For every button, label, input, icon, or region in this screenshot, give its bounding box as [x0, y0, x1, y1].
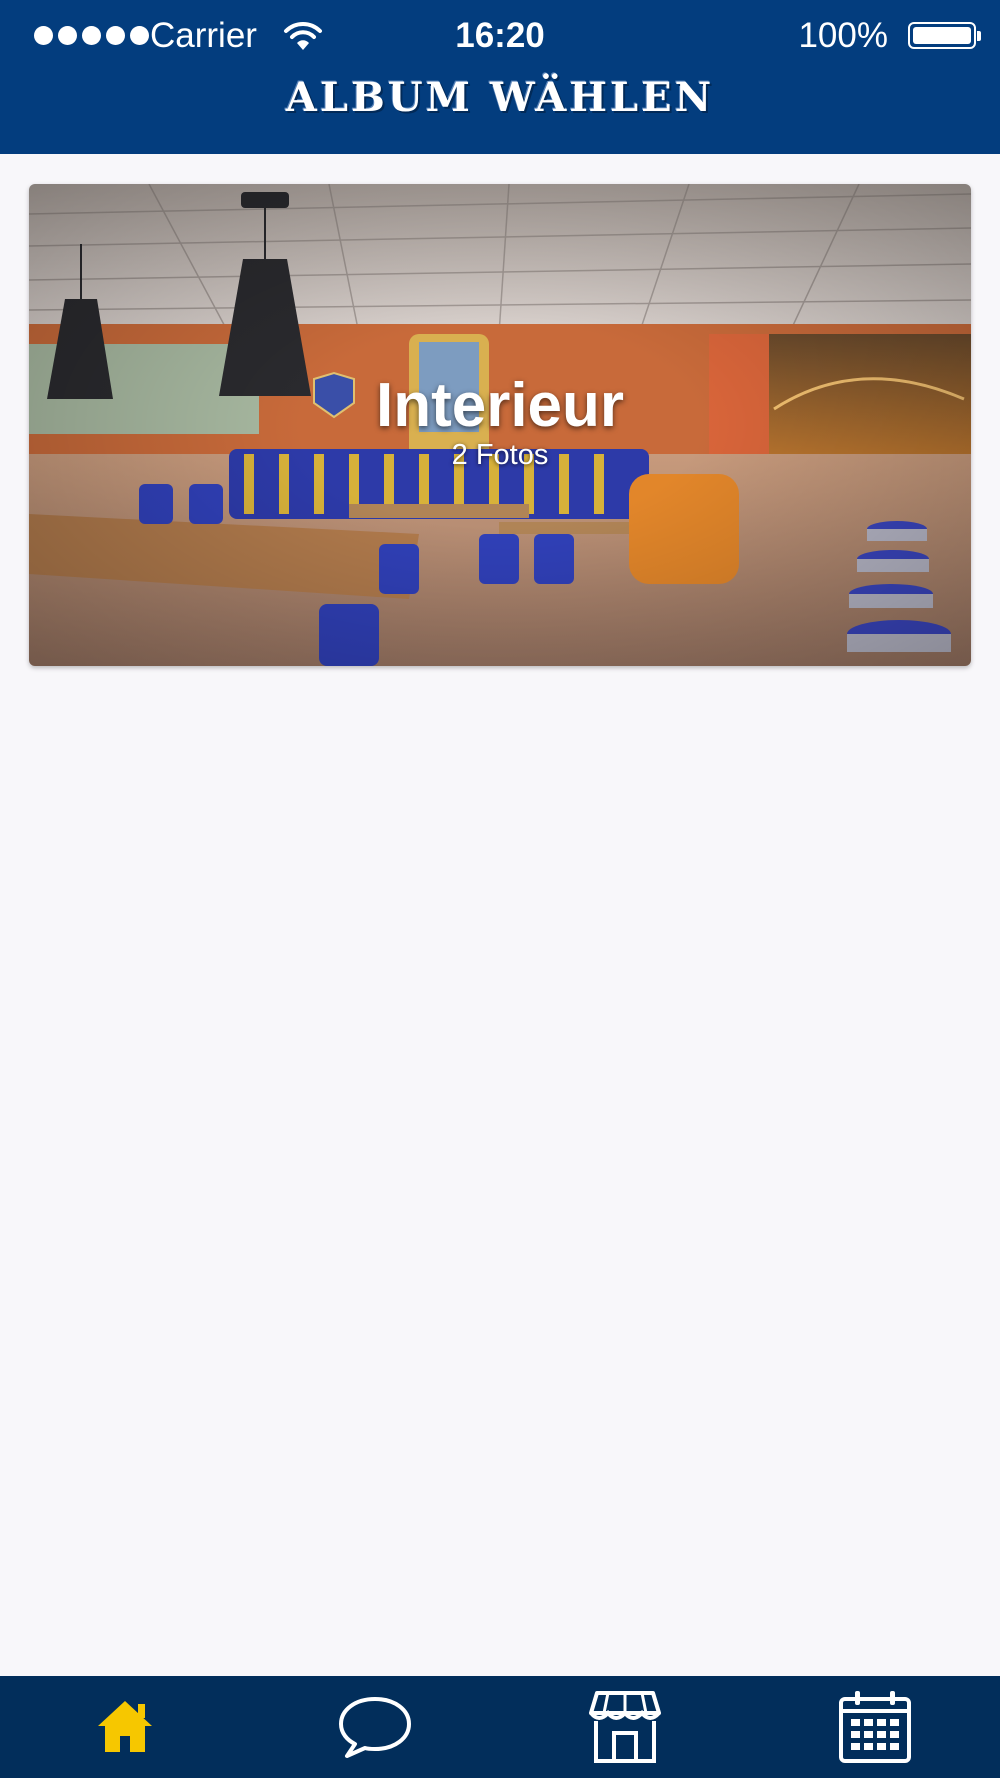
status-bar: Carrier 16:20 100% — [0, 0, 1000, 72]
chat-bubble-icon — [339, 1697, 411, 1758]
album-caption: Interieur 2 Fotos — [29, 370, 971, 472]
tab-home[interactable] — [0, 1676, 250, 1778]
header: Carrier 16:20 100% ALBUM WÄHLEN — [0, 0, 1000, 154]
album-photo-count: 2 Fotos — [451, 439, 549, 471]
page-title: ALBUM WÄHLEN — [285, 74, 715, 121]
battery-icon — [908, 22, 981, 49]
battery-percent: 100% — [798, 16, 888, 55]
tab-chat[interactable] — [250, 1676, 500, 1778]
album-card[interactable]: Interieur 2 Fotos — [29, 184, 971, 666]
album-title: Interieur — [375, 371, 625, 440]
tab-calendar[interactable] — [750, 1676, 1000, 1778]
tab-store[interactable] — [500, 1676, 750, 1778]
home-icon — [98, 1701, 152, 1752]
store-icon — [589, 1691, 661, 1763]
tab-bar — [0, 1676, 1000, 1778]
calendar-icon — [839, 1691, 911, 1763]
